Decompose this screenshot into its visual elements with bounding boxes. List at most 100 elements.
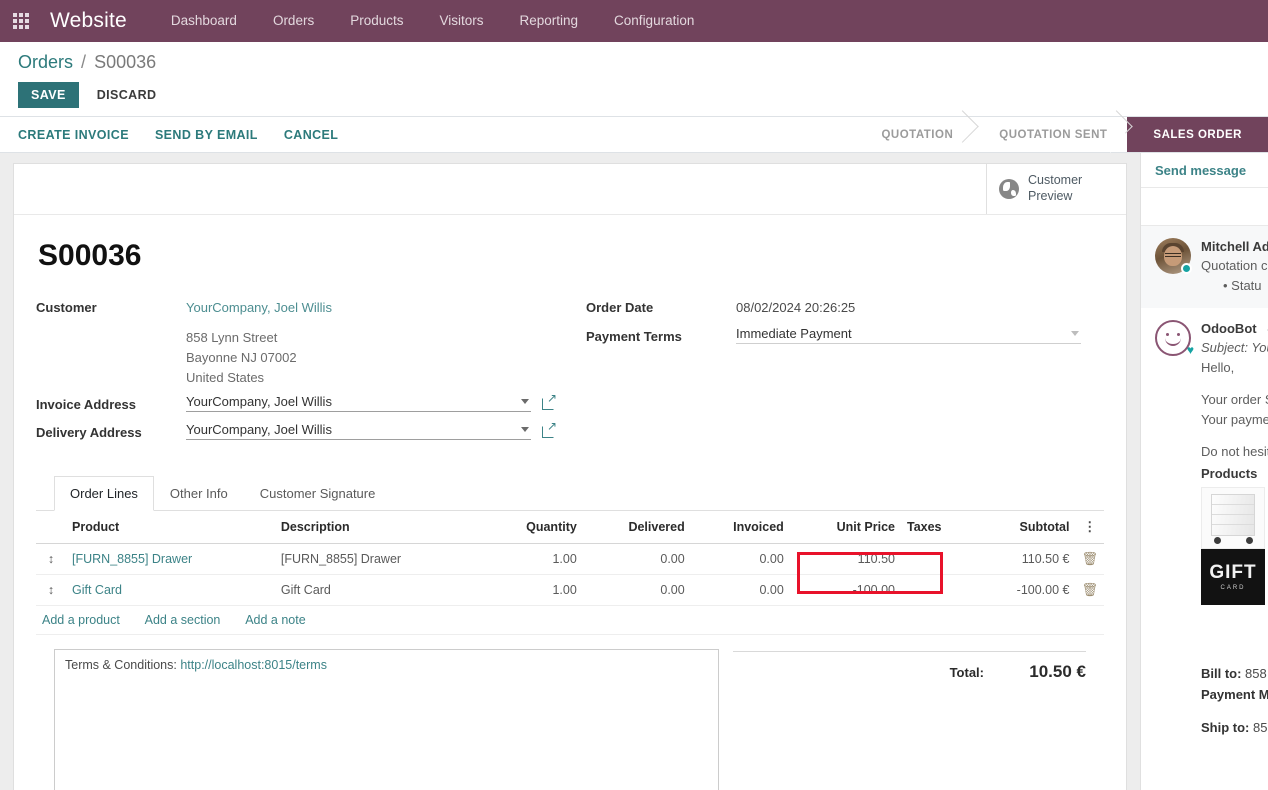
tab-order-lines[interactable]: Order Lines <box>54 476 154 511</box>
form-view-container: Customer Preview S00036 Customer YourCom… <box>0 153 1140 790</box>
add-a-section-link[interactable]: Add a section <box>145 613 221 627</box>
main-area: Customer Preview S00036 Customer YourCom… <box>0 153 1268 790</box>
main-menu: Dashboard Orders Products Visitors Repor… <box>153 0 712 42</box>
avatar: ♥ <box>1155 320 1194 357</box>
chatter-followers-bar <box>1141 188 1268 226</box>
terms-and-conditions-box[interactable]: Terms & Conditions: http://localhost:801… <box>54 649 719 790</box>
apps-grid-icon[interactable] <box>8 0 34 42</box>
save-button[interactable]: SAVE <box>18 82 79 108</box>
record-sheet: Customer Preview S00036 Customer YourCom… <box>13 163 1127 790</box>
drag-handle-icon[interactable]: ↕ <box>36 543 66 575</box>
message-subject: Subject: You <box>1201 340 1268 355</box>
cell-taxes[interactable] <box>900 543 973 575</box>
terms-url-link[interactable]: http://localhost:8015/terms <box>180 658 327 672</box>
stage-quotation[interactable]: QUOTATION <box>855 117 974 152</box>
cell-quantity[interactable]: 1.00 <box>483 574 583 606</box>
menu-item-orders[interactable]: Orders <box>255 0 332 42</box>
header-quantity[interactable]: Quantity <box>483 511 583 544</box>
internal-link-icon-invoice[interactable] <box>542 392 557 410</box>
cell-description[interactable]: [FURN_8855] Drawer <box>274 543 484 575</box>
header-unit-price[interactable]: Unit Price <box>789 511 901 544</box>
customer-preview-line1: Customer <box>1028 173 1083 188</box>
breadcrumb-orders[interactable]: Orders <box>18 52 73 72</box>
menu-item-products[interactable]: Products <box>332 0 421 42</box>
customer-value[interactable]: YourCompany, Joel Willis <box>186 297 584 315</box>
cancel-button[interactable]: CANCEL <box>284 128 338 142</box>
stage-quotation-sent[interactable]: QUOTATION SENT <box>973 117 1128 152</box>
header-product[interactable]: Product <box>66 511 275 544</box>
cell-product[interactable]: [FURN_8855] Drawer <box>66 543 275 575</box>
payment-terms-label: Payment Terms <box>586 329 682 344</box>
brand-title[interactable]: Website <box>50 9 127 33</box>
header-subtotal[interactable]: Subtotal <box>972 511 1076 544</box>
cell-unit-price-highlighted[interactable]: -100.00 <box>789 574 901 606</box>
menu-item-configuration[interactable]: Configuration <box>596 0 712 42</box>
cell-product[interactable]: Gift Card <box>66 574 275 606</box>
message-line: Your order S0 <box>1201 392 1268 407</box>
delivery-address-value: YourCompany, Joel Willis <box>186 422 332 437</box>
tab-customer-signature[interactable]: Customer Signature <box>244 476 392 511</box>
breadcrumb-current: S00036 <box>94 52 157 72</box>
cell-invoiced[interactable]: 0.00 <box>690 574 790 606</box>
cell-unit-price[interactable]: 110.50 <box>789 543 901 575</box>
chevron-down-icon[interactable] <box>1071 331 1079 336</box>
table-row[interactable]: ↕ Gift Card Gift Card 1.00 0.00 0.00 -10… <box>36 574 1104 606</box>
create-invoice-button[interactable]: CREATE INVOICE <box>18 128 129 142</box>
menu-item-dashboard[interactable]: Dashboard <box>153 0 255 42</box>
total-label: Total: <box>949 665 984 680</box>
menu-item-visitors[interactable]: Visitors <box>421 0 501 42</box>
chevron-down-icon[interactable] <box>521 399 529 404</box>
trash-icon[interactable]: 🗑 <box>1081 551 1098 566</box>
discard-button[interactable]: DISCARD <box>89 82 165 108</box>
header-invoiced[interactable]: Invoiced <box>690 511 790 544</box>
cell-quantity[interactable]: 1.00 <box>483 543 583 575</box>
order-date-value[interactable]: 08/02/2024 20:26:25 <box>736 297 1104 315</box>
message-bullet: • Statu <box>1223 278 1262 293</box>
tab-other-info[interactable]: Other Info <box>154 476 244 511</box>
header-taxes[interactable]: Taxes <box>900 511 973 544</box>
cell-taxes[interactable] <box>900 574 973 606</box>
drag-handle-icon[interactable]: ↕ <box>36 574 66 606</box>
cell-delivered[interactable]: 0.00 <box>582 574 691 606</box>
totals-divider <box>733 651 1086 652</box>
chatter-inner: Send message Lo Mitchell Adm Quotation c… <box>1141 153 1268 750</box>
payment-terms-input[interactable]: Immediate Payment <box>736 326 1081 344</box>
customer-label: Customer <box>36 300 97 315</box>
send-message-button[interactable]: Send message <box>1155 163 1246 178</box>
breadcrumb: Orders / S00036 <box>18 52 1250 73</box>
address-spacer <box>36 325 186 328</box>
cell-invoiced[interactable]: 0.00 <box>690 543 790 575</box>
order-lines-wrapper: Product Description Quantity Delivered I… <box>36 511 1104 635</box>
header-options[interactable]: ⋮ <box>1075 511 1104 544</box>
cell-description[interactable]: Gift Card <box>274 574 484 606</box>
invoice-address-value: YourCompany, Joel Willis <box>186 394 332 409</box>
trash-icon[interactable]: 🗑 <box>1081 582 1098 597</box>
payment-terms-value: Immediate Payment <box>736 326 852 341</box>
cell-delivered[interactable]: 0.00 <box>582 543 691 575</box>
status-bar: CREATE INVOICE SEND BY EMAIL CANCEL QUOT… <box>0 117 1268 153</box>
vertical-dots-icon[interactable]: ⋮ <box>1083 519 1096 534</box>
header-description[interactable]: Description <box>274 511 484 544</box>
menu-item-reporting[interactable]: Reporting <box>502 0 597 42</box>
cell-subtotal: 110.50 € <box>972 543 1076 575</box>
header-delivered[interactable]: Delivered <box>582 511 691 544</box>
send-by-email-button[interactable]: SEND BY EMAIL <box>155 128 258 142</box>
cell-delete[interactable]: 🗑 <box>1075 543 1104 575</box>
message-body: OdooBot - 4 Subject: You Hello, Your ord… <box>1201 320 1268 738</box>
cell-delete[interactable]: 🗑 <box>1075 574 1104 606</box>
gift-card-product-image: GIFT CARD <box>1201 549 1265 605</box>
chevron-down-icon[interactable] <box>521 427 529 432</box>
invoice-address-input[interactable]: YourCompany, Joel Willis <box>186 394 531 412</box>
delivery-address-input[interactable]: YourCompany, Joel Willis <box>186 422 531 440</box>
stage-sales-order[interactable]: SALES ORDER <box>1110 117 1268 153</box>
add-a-product-link[interactable]: Add a product <box>42 613 120 627</box>
internal-link-icon-delivery[interactable] <box>542 420 557 438</box>
workflow-buttons: CREATE INVOICE SEND BY EMAIL CANCEL <box>0 117 338 152</box>
customer-preview-button[interactable]: Customer Preview <box>986 164 1126 214</box>
total-value: 10.50 € <box>1029 662 1086 681</box>
field-delivery-address: Delivery Address YourCompany, Joel Willi… <box>36 420 584 444</box>
add-a-note-link[interactable]: Add a note <box>245 613 305 627</box>
online-status-dot <box>1181 263 1192 274</box>
table-row[interactable]: ↕ [FURN_8855] Drawer [FURN_8855] Drawer … <box>36 543 1104 575</box>
customer-preview-label: Customer Preview <box>1028 173 1082 204</box>
